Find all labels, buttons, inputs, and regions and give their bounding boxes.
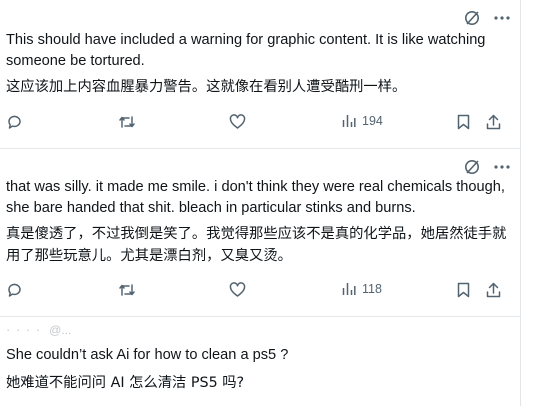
post-1[interactable]: This should have included a warning for …: [0, 0, 550, 145]
views-count: 194: [362, 114, 383, 128]
share-icon[interactable]: [486, 114, 501, 130]
grok-icon[interactable]: [464, 159, 480, 175]
repost-icon[interactable]: [118, 114, 136, 130]
like-icon[interactable]: [229, 114, 246, 130]
views-button[interactable]: 118: [342, 282, 382, 296]
reply-icon[interactable]: [6, 282, 22, 298]
post-2[interactable]: that was silly. it made me smile. i don'…: [0, 149, 550, 314]
post-text-en: that was silly. it made me smile. i don'…: [6, 179, 505, 216]
post-text-zh: 她难道不能问问 AI 怎么清洁 PS5 吗?: [6, 375, 245, 391]
post-1-action-bar: 194: [0, 114, 550, 136]
share-icon[interactable]: [486, 282, 501, 298]
like-icon[interactable]: [229, 282, 246, 298]
post-text-zh: 真是傻透了，不过我倒是笑了。我觉得那些应该不是真的化学品，她居然徒手就用了那些玩…: [6, 226, 507, 264]
post-2-action-bar: 118: [0, 282, 550, 304]
views-icon: [342, 114, 356, 128]
post-text-en: She couldn’t ask Ai for how to clean a p…: [6, 347, 289, 363]
post-text-en: This should have included a warning for …: [6, 32, 486, 69]
post-2-top-actions: [464, 159, 510, 175]
bookmark-icon[interactable]: [457, 282, 470, 298]
more-icon[interactable]: [494, 16, 510, 20]
reply-icon[interactable]: [6, 114, 22, 130]
repost-icon[interactable]: [118, 282, 136, 298]
post-3[interactable]: She couldn’t ask Ai for how to clean a p…: [0, 317, 550, 406]
views-count: 118: [362, 282, 382, 296]
bookmark-icon[interactable]: [457, 114, 470, 130]
views-icon: [342, 282, 356, 296]
post-text-zh: 这应该加上内容血腥暴力警告。这就像在看别人遭受酷刑一样。: [6, 79, 407, 95]
more-icon[interactable]: [494, 165, 510, 169]
views-button[interactable]: 194: [342, 114, 383, 128]
grok-icon[interactable]: [464, 10, 480, 26]
post-1-top-actions: [464, 10, 510, 26]
